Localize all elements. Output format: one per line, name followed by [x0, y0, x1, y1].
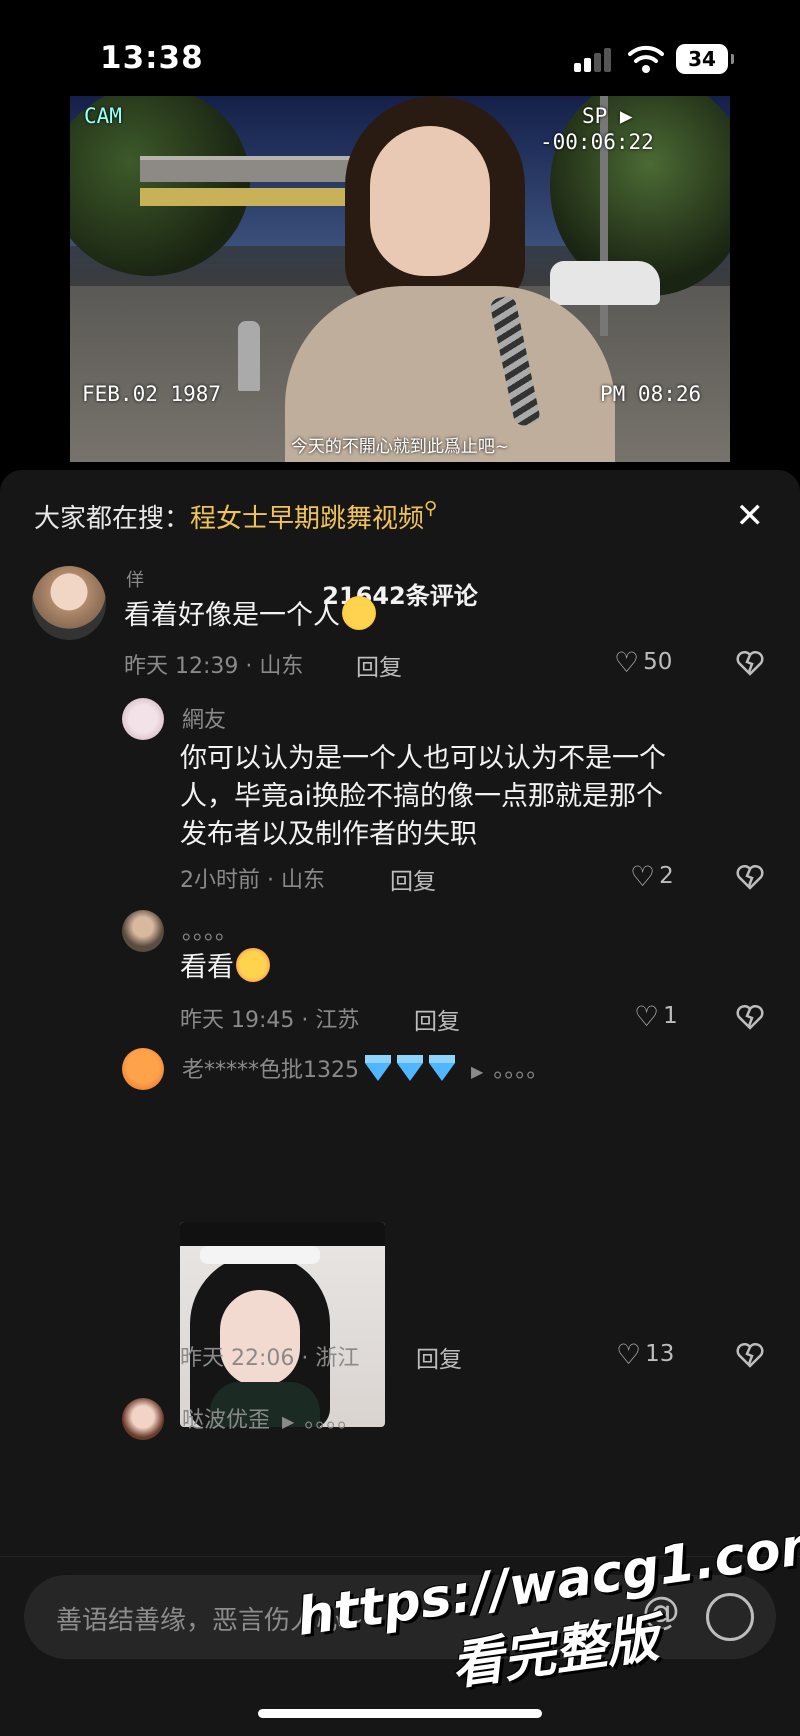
avatar[interactable]	[122, 698, 164, 740]
reply-button[interactable]: 回复	[414, 1002, 460, 1036]
comment-image[interactable]	[180, 1222, 385, 1427]
status-bar: 13:38 34	[0, 0, 800, 96]
cellular-signal-icon	[574, 48, 614, 72]
wifi-icon	[628, 45, 664, 73]
diamond-badge-icon	[397, 1055, 423, 1081]
search-icon: ⚲	[424, 498, 438, 519]
crying-emoji-icon	[342, 596, 376, 630]
status-time: 13:38	[100, 40, 204, 76]
avatar[interactable]	[32, 566, 106, 640]
close-icon[interactable]: ✕	[736, 496, 765, 536]
dislike-icon[interactable]	[736, 650, 764, 676]
reply-button[interactable]: 回复	[416, 1340, 462, 1374]
comment-meta: 昨天 19:45 · 江苏	[180, 1008, 360, 1033]
trending-search-query[interactable]: 程女士早期跳舞视频	[190, 504, 424, 534]
dislike-icon[interactable]	[736, 1342, 764, 1368]
avatar[interactable]	[122, 1398, 164, 1440]
trending-search[interactable]: 大家都在搜：程女士早期跳舞视频⚲	[34, 498, 437, 535]
heart-icon: ♡	[634, 1000, 660, 1033]
dislike-icon[interactable]	[736, 1004, 764, 1030]
comment-meta: 昨天 12:39 · 山东	[124, 654, 304, 679]
reply-button[interactable]: 回复	[390, 862, 436, 896]
osd-cam-label: CAM	[84, 104, 122, 128]
video-caption: 今天的不開心就到此爲止吧~	[290, 437, 510, 457]
avatar[interactable]	[122, 1048, 164, 1090]
comment-meta: 2小时前 · 山东	[180, 868, 325, 893]
dislike-icon[interactable]	[736, 864, 764, 890]
heart-icon: ♡	[616, 1338, 642, 1371]
comment-count: 21642条评论	[322, 582, 478, 610]
comment-text: 看着好像是一个人	[124, 596, 376, 635]
heart-icon: ♡	[630, 860, 656, 893]
battery-indicator: 34	[676, 44, 734, 74]
osd-date: FEB.02 1987	[82, 382, 222, 406]
like-button[interactable]: ♡ 50	[614, 646, 672, 679]
like-button[interactable]: ♡ 1	[634, 1000, 678, 1033]
osd-counter: -00:06:22	[540, 130, 654, 154]
diamond-badge-icon	[365, 1055, 391, 1081]
comment-username[interactable]: 哒波优歪 ▶。。。。	[182, 1402, 359, 1434]
comment-text: 看看	[180, 948, 270, 987]
comment-meta: 昨天 22:06 · 浙江	[180, 1346, 360, 1371]
video-player[interactable]: CAM SP ▶ -00:06:22 FEB.02 1987 PM 08:26 …	[70, 96, 730, 462]
reply-arrow-icon: ▶	[471, 1062, 484, 1081]
avatar[interactable]	[122, 910, 164, 952]
osd-sp-label: SP ▶	[582, 104, 633, 128]
comment-text: 你可以认为是一个人也可以认为不是一个 人，毕竟ai换脸不搞的像一点那就是那个 发…	[180, 743, 666, 850]
heart-icon: ♡	[614, 646, 640, 679]
reply-arrow-icon: ▶	[282, 1412, 295, 1431]
comment-username[interactable]: 網友	[182, 702, 226, 734]
comment-username[interactable]: 佯	[126, 566, 144, 592]
comment-username[interactable]: 。。。。	[182, 914, 237, 946]
like-button[interactable]: ♡ 13	[616, 1338, 674, 1371]
reply-button[interactable]: 回复	[356, 648, 402, 682]
trending-search-label: 大家都在搜：	[34, 504, 191, 534]
osd-clock: PM 08:26	[600, 382, 702, 406]
diamond-badge-icon	[429, 1055, 455, 1081]
like-button[interactable]: ♡ 2	[630, 860, 674, 893]
heart-eyes-emoji-icon	[236, 948, 270, 982]
comment-username[interactable]: 老*****色批1325 ▶。。。。	[182, 1052, 548, 1084]
home-indicator	[258, 1709, 542, 1718]
